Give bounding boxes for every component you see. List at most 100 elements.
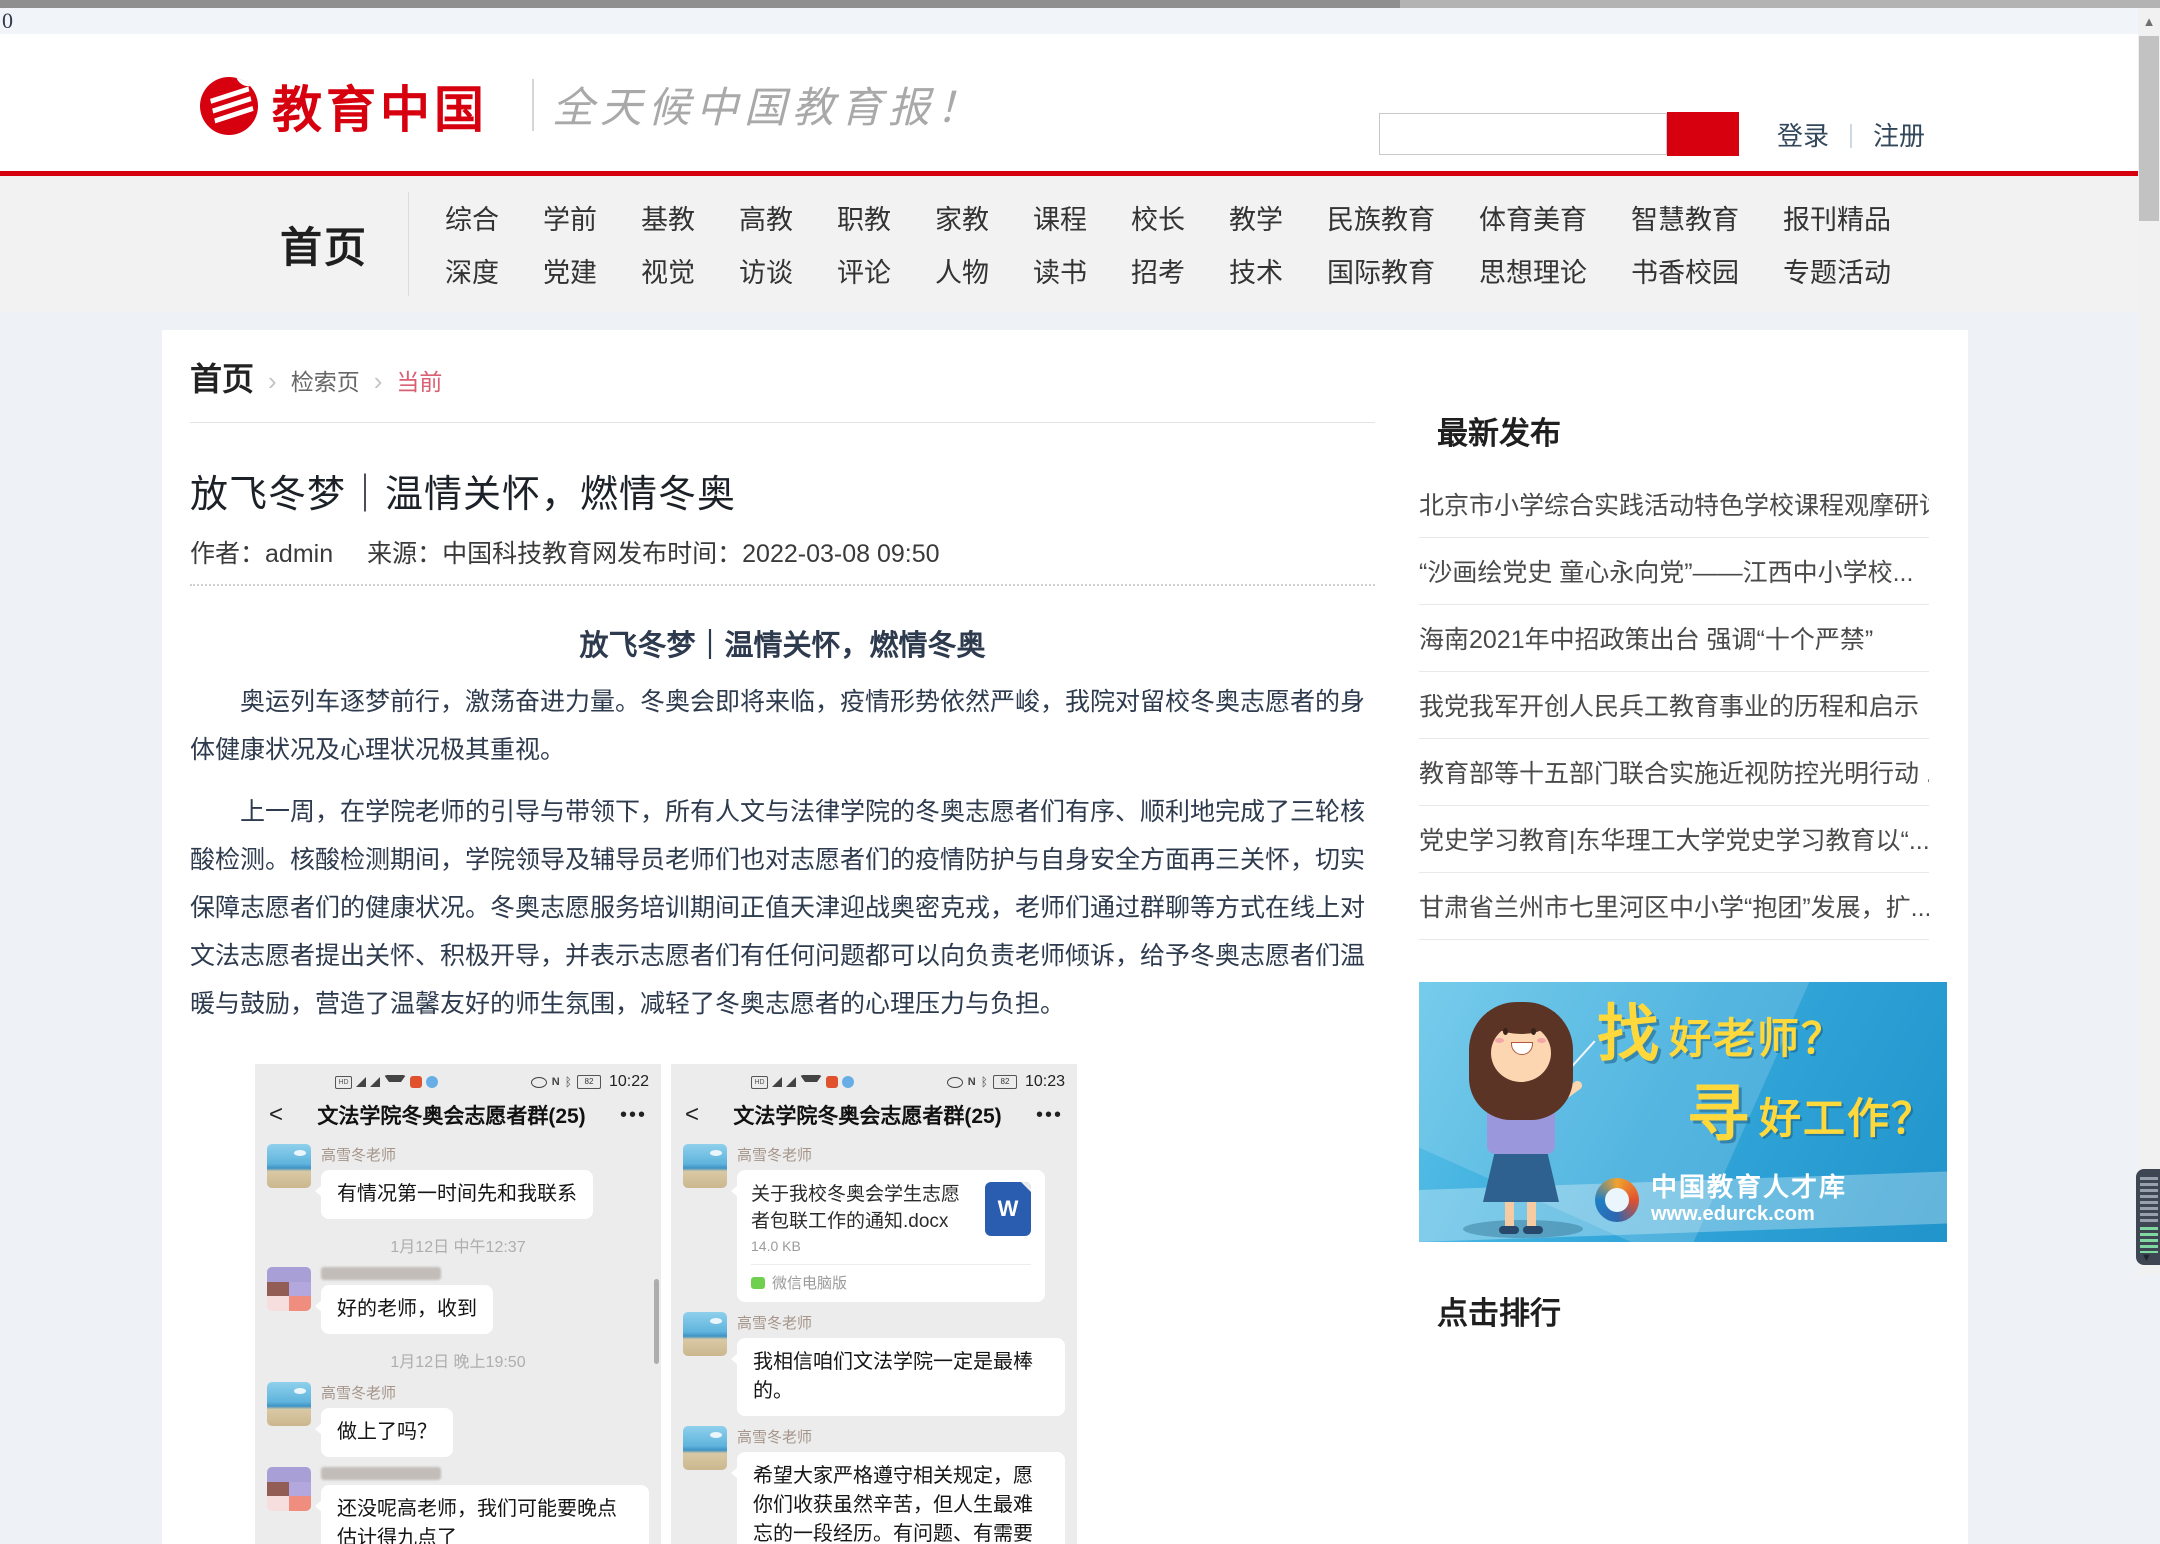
nav-link[interactable]: 人物 (935, 251, 989, 290)
signal-icon (356, 1077, 366, 1087)
login-link[interactable]: 登录 (1777, 116, 1829, 153)
chat-header: < 文法学院冬奥会志愿者群(25) ••• (255, 1096, 661, 1134)
register-link[interactable]: 注册 (1873, 116, 1925, 153)
nav-link[interactable]: 党建 (543, 251, 597, 290)
file-attachment-card: 关于我校冬奥会学生志愿者包联工作的通知.docx 14.0 KB W 微信电脑版 (737, 1170, 1045, 1302)
sender-name: 高雪冬老师 (737, 1312, 1065, 1333)
nav-home-link[interactable]: 首页 (280, 214, 368, 275)
auth-links: 登录 ｜ 注册 (1777, 116, 1925, 153)
nav-link[interactable]: 书香校园 (1631, 251, 1739, 290)
list-item[interactable]: 我党我军开创人民兵工教育事业的历程和启示 (1419, 672, 1929, 739)
message-bubble: 有情况第一时间先和我联系 (321, 1170, 593, 1219)
site-logo[interactable]: 教育中国 (200, 70, 488, 142)
breadcrumb-home[interactable]: 首页 (190, 354, 254, 400)
sender-name-blurred (321, 1267, 441, 1280)
content-card: 首页 › 检索页 › 当前 放飞冬梦｜温情关怀，燃情冬奥 作者：admin来源：… (162, 330, 1968, 1544)
article-image-wechat-2: HD N ᛒ 82 10:23 (671, 1064, 1077, 1544)
nav-link[interactable]: 基教 (641, 198, 695, 237)
nav-link[interactable]: 国际教育 (1327, 251, 1435, 290)
nav-link[interactable]: 招考 (1131, 251, 1185, 290)
nav-link[interactable]: 课程 (1033, 198, 1087, 237)
wechat-pc-icon (751, 1277, 765, 1289)
vertical-scrollbar[interactable]: ▲ (2138, 8, 2160, 1275)
chat-message: 好的老师，收到 (267, 1267, 649, 1334)
nav-link[interactable]: 学前 (543, 198, 597, 237)
search-button[interactable] (1667, 112, 1739, 156)
nav-col-1: 综合深度 (445, 198, 499, 290)
scroll-up-arrow-icon[interactable]: ▲ (2138, 8, 2160, 34)
bluetooth-icon: ᛒ (981, 1075, 988, 1089)
nav-link[interactable]: 视觉 (641, 251, 695, 290)
nav-col-13: 报刊精品专题活动 (1783, 198, 1891, 290)
nav-col-12: 智慧教育书香校园 (1631, 198, 1739, 290)
author-value: admin (265, 540, 333, 568)
ad-seek-text: 好工作？ (1759, 1098, 1935, 1140)
nav-link[interactable]: 教学 (1229, 198, 1283, 237)
author-label: 作者： (190, 540, 265, 568)
nav-link[interactable]: 专题活动 (1783, 251, 1891, 290)
logo-text: 教育中国 (272, 70, 488, 142)
vertical-scroll-thumb[interactable] (2139, 36, 2159, 221)
search-input[interactable] (1379, 113, 1667, 155)
nav-col-4: 高教访谈 (739, 198, 793, 290)
nav-col-8: 校长招考 (1131, 198, 1185, 290)
status-bar: HD N ᛒ 82 10:23 (671, 1064, 1077, 1096)
ad-find-char: 找 (1597, 1004, 1659, 1066)
nav-link[interactable]: 技术 (1229, 251, 1283, 290)
nav-link[interactable]: 体育美育 (1479, 198, 1587, 237)
breadcrumb-separator-icon: › (268, 366, 277, 397)
ad-find-text: 好老师？ (1669, 1018, 1845, 1060)
nav-col-2: 学前党建 (543, 198, 597, 290)
avatar (683, 1426, 727, 1470)
file-size: 14.0 KB (751, 1238, 973, 1254)
latest-list: 北京市小学综合实践活动特色学校课程观摩研讨... “沙画绘党史 童心永向党”——… (1419, 471, 1929, 940)
nav-col-11: 体育美育思想理论 (1479, 198, 1587, 290)
hd-icon: HD (751, 1076, 768, 1089)
file-title: 关于我校冬奥会学生志愿者包联工作的通知.docx (751, 1182, 973, 1235)
signal-icon (370, 1077, 380, 1087)
signal-icon (772, 1077, 782, 1087)
widget-stripes-green (2140, 1227, 2158, 1253)
article-title: 放飞冬梦｜温情关怀，燃情冬奥 (190, 463, 1380, 518)
breadcrumb-search-page[interactable]: 检索页 (291, 363, 360, 397)
list-item[interactable]: 党史学习教育|东华理工大学党史学习教育以“... (1419, 806, 1929, 873)
nav-link[interactable]: 民族教育 (1327, 198, 1435, 237)
talent-pool-logo-icon (1595, 1178, 1639, 1222)
list-item[interactable]: 甘肃省兰州市七里河区中小学“抱团”发展，扩... (1419, 873, 1929, 940)
nav-link[interactable]: 校长 (1131, 198, 1185, 237)
list-item[interactable]: 教育部等十五部门联合实施近视防控光明行动 ... (1419, 739, 1929, 806)
list-item[interactable]: “沙画绘党史 童心永向党”——江西中小学校... (1419, 538, 1929, 605)
nav-link[interactable]: 职教 (837, 198, 891, 237)
word-doc-icon: W (985, 1182, 1031, 1236)
ranking-heading: 点击排行 (1419, 1242, 1929, 1333)
nav-link[interactable]: 深度 (445, 251, 499, 290)
logo-emblem-icon (195, 72, 264, 141)
horizontal-scroll-thumb[interactable] (0, 0, 1400, 8)
article-image-wechat-1: HD N ᛒ 82 10:22 (255, 1064, 661, 1544)
list-item[interactable]: 北京市小学综合实践活动特色学校课程观摩研讨... (1419, 471, 1929, 538)
wifi-icon (384, 1075, 406, 1089)
nav-link[interactable]: 综合 (445, 198, 499, 237)
floating-extension-widget[interactable]: ▼ (2136, 1169, 2160, 1265)
chat-timestamp: 1月12日 晚上19:50 (255, 1348, 661, 1372)
nav-link[interactable]: 智慧教育 (1631, 198, 1739, 237)
message-bubble: 希望大家严格遵守相关规定，愿你们收获虽然辛苦，但人生最难忘的一段经历。有问题、有… (737, 1452, 1065, 1544)
nav-link[interactable]: 访谈 (739, 251, 793, 290)
sender-name: 高雪冬老师 (737, 1426, 1065, 1447)
top-horizontal-scrollbar[interactable] (0, 0, 2160, 8)
message-bubble: 做上了吗？ (321, 1408, 453, 1457)
list-item[interactable]: 海南2021年中招政策出台 强调“十个严禁” (1419, 605, 1929, 672)
back-icon: < (685, 1101, 699, 1129)
ad-banner-teacher-jobs[interactable]: 找 好老师？ 寻 好工作？ 中国教育人才库 www.edurck.com (1419, 982, 1947, 1242)
article-subtitle: 放飞冬梦｜温情关怀，燃情冬奥 (190, 622, 1375, 664)
nav-link[interactable]: 评论 (837, 251, 891, 290)
back-icon: < (269, 1101, 283, 1129)
nav-link[interactable]: 报刊精品 (1783, 198, 1891, 237)
nav-link[interactable]: 读书 (1033, 251, 1087, 290)
nav-link[interactable]: 高教 (739, 198, 793, 237)
nav-link[interactable]: 思想理论 (1479, 251, 1587, 290)
header-right: 登录 ｜ 注册 (1379, 112, 1925, 156)
chat-message: 高雪冬老师 希望大家严格遵守相关规定，愿你们收获虽然辛苦，但人生最难忘的一段经历… (683, 1426, 1065, 1544)
chat-message: 还没呢高老师，我们可能要晚点估计得九点了 (267, 1467, 649, 1544)
nav-link[interactable]: 家教 (935, 198, 989, 237)
